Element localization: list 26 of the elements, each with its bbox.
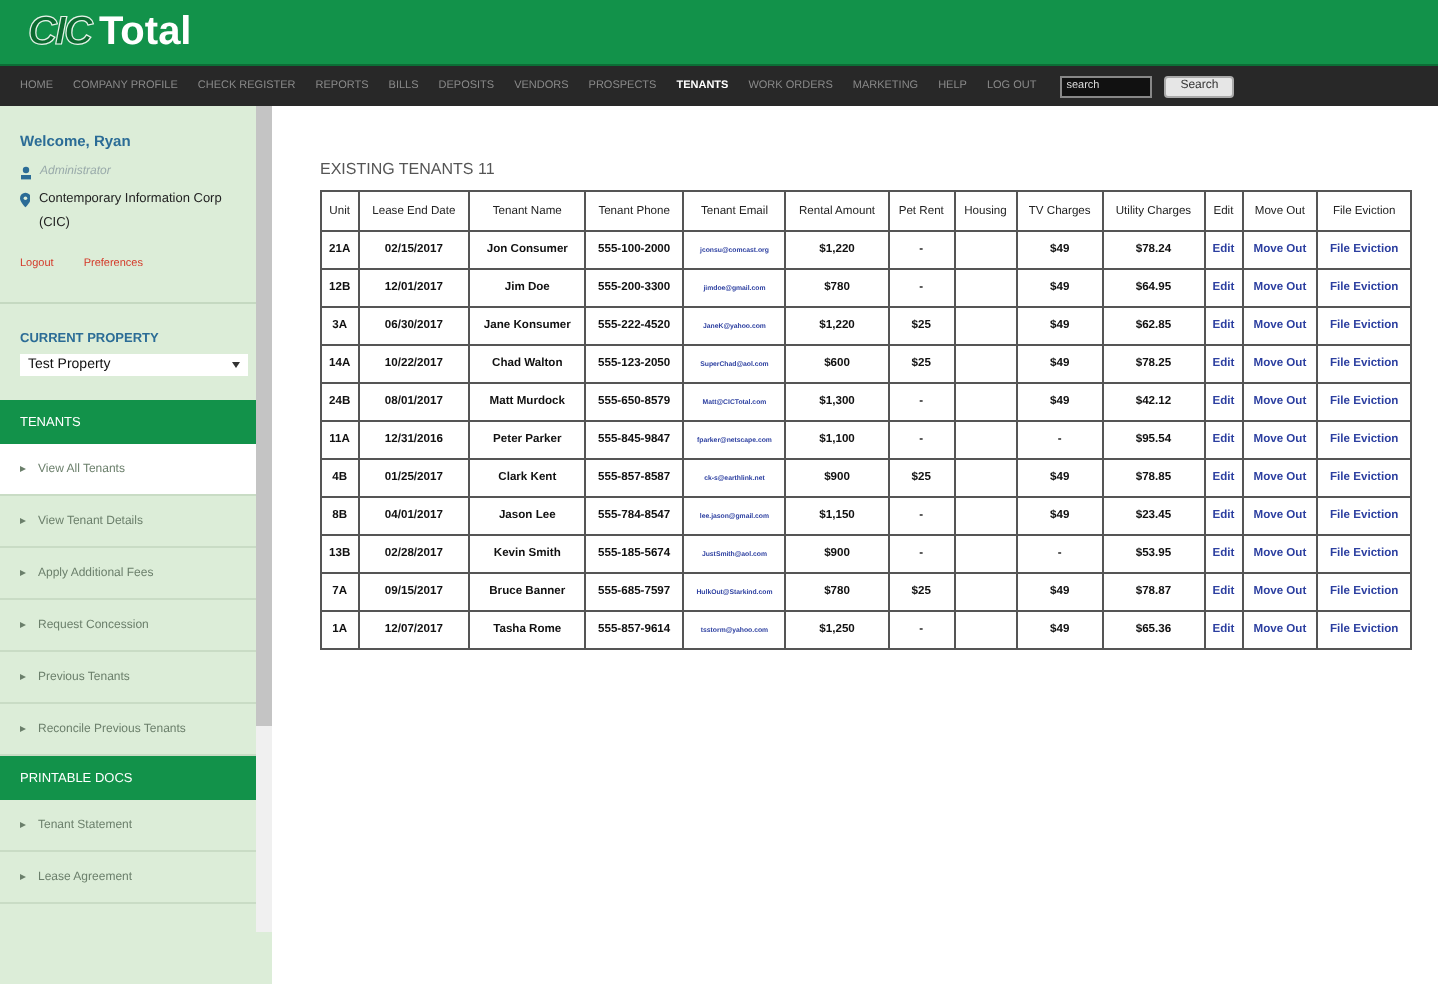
scrollbar[interactable]	[256, 106, 272, 932]
page-title: EXISTING TENANTS 11	[320, 160, 497, 178]
bullet-icon	[20, 674, 26, 680]
bullet-icon	[20, 622, 26, 628]
bullet-icon	[20, 466, 26, 472]
table-cell	[954, 269, 1017, 307]
logo-mark: CIC	[28, 9, 91, 55]
logo-text: Total	[98, 9, 192, 55]
bullet-icon	[20, 518, 26, 524]
table-cell	[954, 535, 1017, 573]
table-cell	[954, 231, 1017, 269]
dropdown-caret-icon	[232, 362, 240, 368]
table-cell	[954, 383, 1017, 421]
table-cell	[954, 459, 1017, 497]
table-cell	[954, 307, 1017, 345]
location-pin-icon	[20, 192, 31, 208]
user-icon	[20, 166, 32, 180]
table-cell	[954, 421, 1017, 459]
bullet-icon	[20, 822, 26, 828]
table-cell	[954, 497, 1017, 535]
bullet-icon	[20, 570, 26, 576]
table-cell	[954, 345, 1017, 383]
bullet-icon	[20, 874, 26, 880]
bullet-icon	[20, 726, 26, 732]
table-cell	[954, 573, 1017, 611]
table-cell	[954, 611, 1017, 649]
